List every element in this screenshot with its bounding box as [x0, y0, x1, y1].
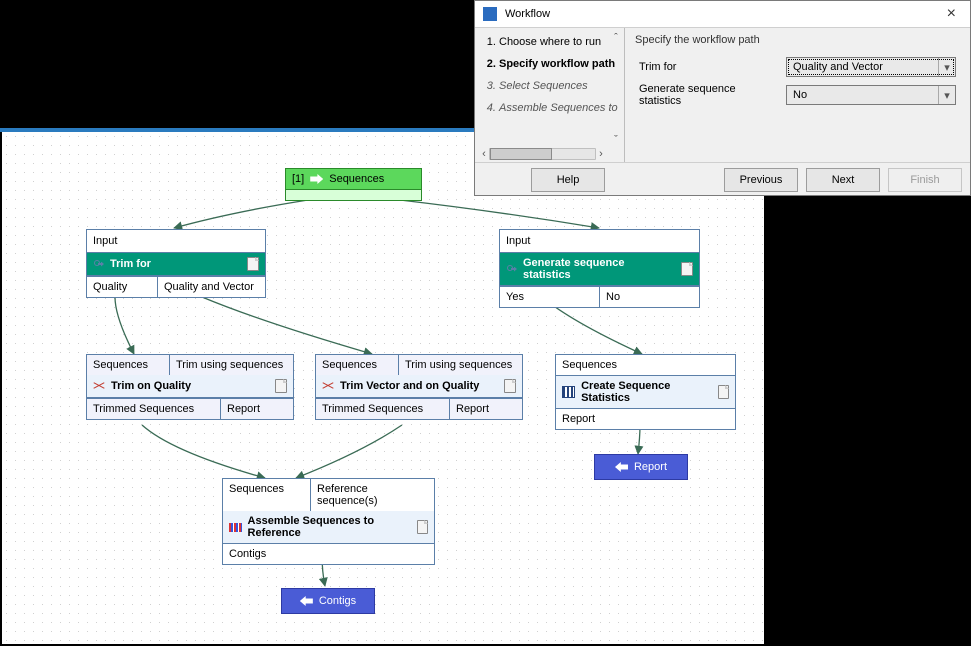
task-trim-quality[interactable]: Sequences Trim using sequences Trim on Q… [86, 354, 294, 420]
v-scroll[interactable]: ˆˇ [610, 32, 622, 146]
scissors-icon [93, 380, 105, 392]
workflow-canvas[interactable]: [1] Sequences Input Trim for Quality Qua… [2, 132, 764, 644]
branch-icon [93, 259, 104, 270]
wizard-titlebar[interactable]: Workflow × [475, 1, 970, 28]
output-label: Contigs [319, 595, 356, 607]
previous-button[interactable]: Previous [724, 168, 798, 192]
task-title: Create Sequence Statistics [581, 380, 712, 404]
task-title: Assemble Sequences to Reference [248, 515, 412, 539]
output-report[interactable]: Report [594, 454, 688, 480]
start-footer [286, 189, 421, 200]
inport-sequences[interactable]: Sequences [223, 479, 311, 511]
outport-report[interactable]: Report [221, 399, 293, 419]
help-button[interactable]: Help [531, 168, 605, 192]
branch-node-statistics[interactable]: Input Generate sequence statistics Yes N… [499, 229, 700, 308]
option-no[interactable]: No [600, 287, 699, 307]
task-create-statistics[interactable]: Sequences Create Sequence Statistics Rep… [555, 354, 736, 430]
arrow-left-icon [615, 462, 628, 472]
wizard-dialog: Workflow × ˆˇ Choose where to run Specif… [474, 0, 971, 196]
scissors-icon [322, 380, 334, 392]
option-yes[interactable]: Yes [500, 287, 600, 307]
outport-report[interactable]: Report [450, 399, 522, 419]
app-stage: [1] Sequences Input Trim for Quality Qua… [0, 0, 971, 646]
assemble-icon [229, 523, 242, 532]
option-quality-vector[interactable]: Quality and Vector [158, 277, 265, 297]
topbar [0, 0, 474, 128]
outport-contigs[interactable]: Contigs [223, 544, 434, 564]
page-icon [275, 379, 287, 393]
task-trim-vector-quality[interactable]: Sequences Trim using sequences Trim Vect… [315, 354, 523, 420]
h-scroll[interactable]: ‹› [479, 148, 606, 160]
close-icon[interactable]: × [941, 5, 962, 23]
next-button[interactable]: Next [806, 168, 880, 192]
outport-report[interactable]: Report [556, 409, 735, 429]
chevron-down-icon[interactable]: ▾ [938, 86, 955, 104]
port-input-label: Input [93, 235, 117, 247]
inport-sequences[interactable]: Sequences [87, 355, 170, 375]
task-assemble-to-reference[interactable]: Sequences Reference sequence(s) Assemble… [222, 478, 435, 565]
outport-trimmed[interactable]: Trimmed Sequences [87, 399, 221, 419]
arrow-right-icon [310, 174, 323, 184]
start-label: Sequences [329, 173, 384, 185]
page-icon [681, 262, 693, 276]
page-icon [718, 385, 729, 399]
output-contigs[interactable]: Contigs [281, 588, 375, 614]
task-title: Trim on Quality [111, 380, 191, 392]
wizard-step-1[interactable]: Choose where to run [499, 36, 620, 48]
option-quality[interactable]: Quality [87, 277, 158, 297]
inport-reference[interactable]: Reference sequence(s) [311, 479, 434, 511]
wizard-form: Specify the workflow path Trim for Quali… [625, 28, 970, 162]
page-icon [417, 520, 428, 534]
branch-icon [506, 264, 517, 275]
rightbar [766, 196, 971, 646]
bars-icon [562, 386, 575, 398]
app-logo-icon [483, 7, 497, 21]
page-icon [247, 257, 259, 271]
chevron-down-icon[interactable]: ▾ [938, 58, 955, 76]
form-title: Specify the workflow path [635, 34, 960, 46]
wizard-step-4[interactable]: Assemble Sequences to [499, 102, 620, 114]
outport-trimmed[interactable]: Trimmed Sequences [316, 399, 450, 419]
field-label-gen-stats: Generate sequence statistics [635, 80, 782, 110]
inport-sequences[interactable]: Sequences [556, 355, 735, 376]
wizard-step-3[interactable]: Select Sequences [499, 80, 620, 92]
page-icon [504, 379, 516, 393]
combo-trim-for[interactable]: Quality and Vector ▾ [786, 57, 956, 77]
task-title: Trim Vector and on Quality [340, 380, 479, 392]
wizard-buttons: Help Previous Next Finish [475, 162, 970, 197]
combo-value: Quality and Vector [787, 61, 938, 73]
wizard-steps-panel: ˆˇ Choose where to run Specify workflow … [475, 28, 625, 162]
combo-gen-stats[interactable]: No ▾ [786, 85, 956, 105]
branch-title: Generate sequence statistics [523, 257, 675, 281]
start-index: [1] [292, 173, 304, 185]
inport-sequences[interactable]: Sequences [316, 355, 399, 375]
inport-trim-using[interactable]: Trim using sequences [399, 355, 522, 375]
combo-value: No [787, 89, 938, 101]
wizard-title: Workflow [505, 8, 550, 20]
output-label: Report [634, 461, 667, 473]
finish-button: Finish [888, 168, 962, 192]
port-input-label: Input [506, 235, 530, 247]
field-label-trim-for: Trim for [635, 54, 782, 80]
branch-title: Trim for [110, 258, 151, 270]
branch-node-trim-for[interactable]: Input Trim for Quality Quality and Vecto… [86, 229, 266, 298]
arrow-left-icon [300, 596, 313, 606]
start-node[interactable]: [1] Sequences [285, 168, 422, 201]
inport-trim-using[interactable]: Trim using sequences [170, 355, 293, 375]
wizard-step-2[interactable]: Specify workflow path [499, 58, 620, 70]
